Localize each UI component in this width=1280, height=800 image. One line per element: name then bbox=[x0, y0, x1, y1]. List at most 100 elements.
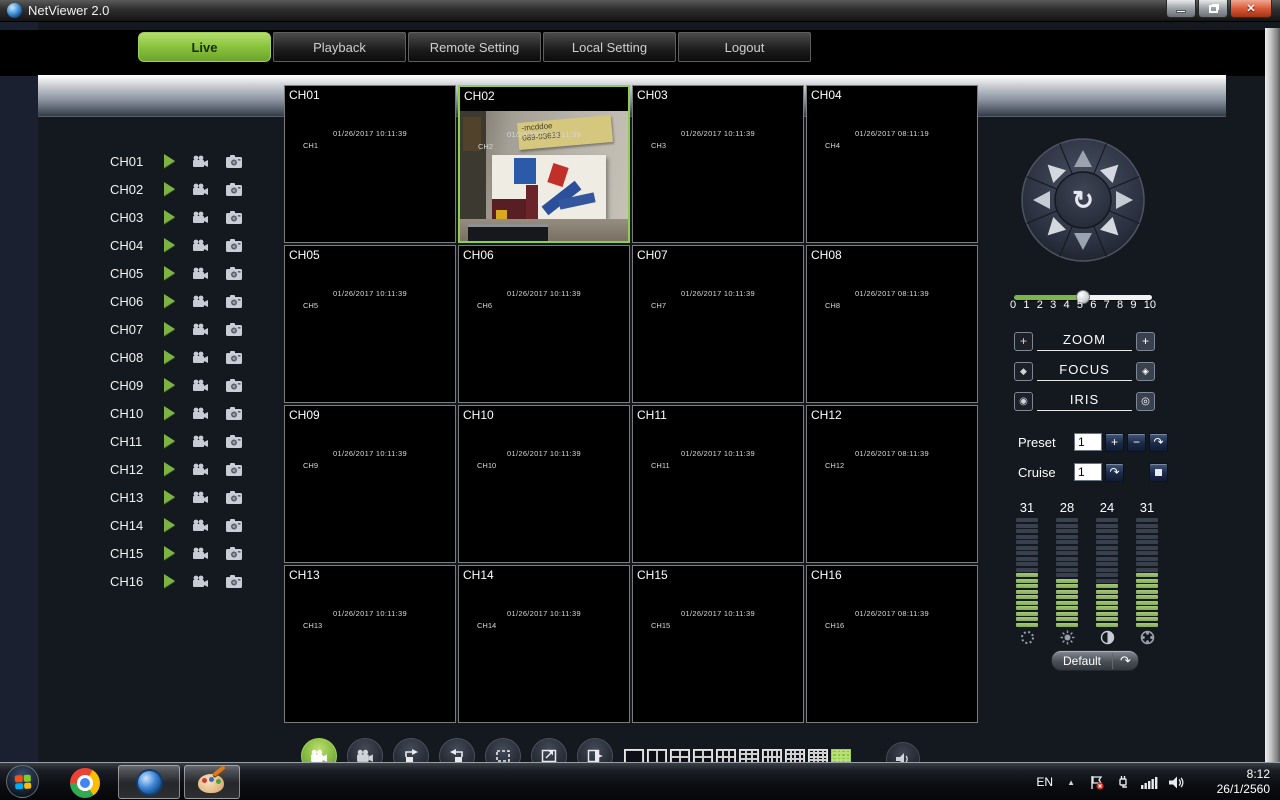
play-icon[interactable] bbox=[164, 546, 175, 560]
snapshot-icon[interactable] bbox=[226, 434, 242, 448]
iris-open-icon[interactable]: ◎ bbox=[1136, 391, 1155, 411]
preset-goto-button[interactable]: ↷ bbox=[1149, 432, 1168, 452]
snapshot-icon[interactable] bbox=[226, 266, 242, 280]
tab-playback[interactable]: Playback bbox=[273, 32, 406, 62]
tab-remote-setting[interactable]: Remote Setting bbox=[408, 32, 541, 62]
play-icon[interactable] bbox=[164, 406, 175, 420]
preset-input[interactable] bbox=[1074, 433, 1102, 451]
record-icon[interactable] bbox=[192, 519, 209, 532]
play-icon[interactable] bbox=[164, 322, 175, 336]
preset-remove-button[interactable]: − bbox=[1127, 432, 1146, 452]
snapshot-icon[interactable] bbox=[226, 322, 242, 336]
tab-live[interactable]: Live bbox=[138, 32, 271, 62]
show-hidden-icons[interactable]: ▲ bbox=[1067, 778, 1075, 787]
start-button[interactable] bbox=[6, 765, 39, 798]
title-bar[interactable]: NetViewer 2.0 ✕ bbox=[0, 0, 1280, 22]
record-icon[interactable] bbox=[192, 575, 209, 588]
tab-local-setting[interactable]: Local Setting bbox=[543, 32, 676, 62]
snapshot-icon[interactable] bbox=[226, 210, 242, 224]
video-tile[interactable]: CH09 -mcddoe 089-93633 01/26/2017 10:11:… bbox=[284, 405, 456, 563]
play-icon[interactable] bbox=[164, 350, 175, 364]
clock[interactable]: 8:12 26/1/2560 bbox=[1200, 767, 1270, 797]
snapshot-icon[interactable] bbox=[226, 462, 242, 476]
play-icon[interactable] bbox=[164, 238, 175, 252]
video-tile[interactable]: CH02 -mcddoe 089-93633 01/26/2017 10:11:… bbox=[458, 85, 630, 243]
record-icon[interactable] bbox=[192, 295, 209, 308]
video-tile[interactable]: CH06 -mcddoe 089-93633 01/26/2017 10:11:… bbox=[458, 245, 630, 403]
preset-add-button[interactable]: + bbox=[1105, 432, 1124, 452]
snapshot-icon[interactable] bbox=[226, 294, 242, 308]
video-tile[interactable]: CH15 -mcddoe 089-93633 01/26/2017 10:11:… bbox=[632, 565, 804, 723]
zoom-in-icon[interactable]: + bbox=[1136, 331, 1155, 351]
record-icon[interactable] bbox=[192, 211, 209, 224]
play-icon[interactable] bbox=[164, 182, 175, 196]
video-tile[interactable]: CH11 -mcddoe 089-93633 01/26/2017 10:11:… bbox=[632, 405, 804, 563]
record-icon[interactable] bbox=[192, 183, 209, 196]
play-icon[interactable] bbox=[164, 574, 175, 588]
play-icon[interactable] bbox=[164, 434, 175, 448]
play-icon[interactable] bbox=[164, 518, 175, 532]
cruise-goto-button[interactable]: ↷ bbox=[1105, 462, 1124, 482]
paint-task-button[interactable] bbox=[184, 765, 240, 799]
snapshot-icon[interactable] bbox=[226, 518, 242, 532]
restore-button[interactable] bbox=[1198, 0, 1228, 18]
record-icon[interactable] bbox=[192, 323, 209, 336]
snapshot-icon[interactable] bbox=[226, 238, 242, 252]
play-icon[interactable] bbox=[164, 378, 175, 392]
video-tile[interactable]: CH08 -mcddoe 089-93633 01/26/2017 08:11:… bbox=[806, 245, 978, 403]
record-icon[interactable] bbox=[192, 491, 209, 504]
meter-bar[interactable] bbox=[1096, 518, 1118, 627]
netviewer-task-button[interactable] bbox=[118, 765, 180, 799]
record-icon[interactable] bbox=[192, 547, 209, 560]
record-icon[interactable] bbox=[192, 379, 209, 392]
focus-near-icon[interactable]: ◆ bbox=[1014, 361, 1033, 381]
default-button[interactable]: Default ↷ bbox=[1051, 650, 1139, 671]
video-tile[interactable]: CH16 -mcddoe 089-93633 01/26/2017 08:11:… bbox=[806, 565, 978, 723]
ptz-direction-pad[interactable] bbox=[1019, 136, 1147, 264]
snapshot-icon[interactable] bbox=[226, 378, 242, 392]
record-icon[interactable] bbox=[192, 351, 209, 364]
record-icon[interactable] bbox=[192, 267, 209, 280]
meter-bar[interactable] bbox=[1016, 518, 1038, 627]
snapshot-icon[interactable] bbox=[226, 350, 242, 364]
power-icon[interactable] bbox=[1116, 775, 1130, 790]
focus-far-icon[interactable]: ◈ bbox=[1136, 361, 1155, 381]
snapshot-icon[interactable] bbox=[226, 574, 242, 588]
video-tile[interactable]: CH10 -mcddoe 089-93633 01/26/2017 10:11:… bbox=[458, 405, 630, 563]
snapshot-icon[interactable] bbox=[226, 490, 242, 504]
play-icon[interactable] bbox=[164, 490, 175, 504]
video-tile[interactable]: CH13 -mcddoe 089-93633 01/26/2017 10:11:… bbox=[284, 565, 456, 723]
video-tile[interactable]: CH14 -mcddoe 089-93633 01/26/2017 10:11:… bbox=[458, 565, 630, 723]
video-tile[interactable]: CH05 -mcddoe 089-93633 01/26/2017 10:11:… bbox=[284, 245, 456, 403]
network-icon[interactable] bbox=[1141, 776, 1158, 789]
minimize-button[interactable] bbox=[1166, 0, 1196, 18]
video-tile[interactable]: CH07 -mcddoe 089-93633 01/26/2017 10:11:… bbox=[632, 245, 804, 403]
play-icon[interactable] bbox=[164, 210, 175, 224]
chrome-icon[interactable] bbox=[70, 768, 100, 798]
play-icon[interactable] bbox=[164, 266, 175, 280]
tab-logout[interactable]: Logout bbox=[678, 32, 811, 62]
record-icon[interactable] bbox=[192, 239, 209, 252]
play-icon[interactable] bbox=[164, 154, 175, 168]
record-icon[interactable] bbox=[192, 407, 209, 420]
record-icon[interactable] bbox=[192, 463, 209, 476]
video-tile[interactable]: CH12 -mcddoe 089-93633 01/26/2017 08:11:… bbox=[806, 405, 978, 563]
language-indicator[interactable]: EN bbox=[1036, 775, 1053, 789]
video-tile[interactable]: CH04 -mcddoe 089-93633 01/26/2017 08:11:… bbox=[806, 85, 978, 243]
snapshot-icon[interactable] bbox=[226, 406, 242, 420]
video-tile[interactable]: CH03 -mcddoe 089-93633 01/26/2017 10:11:… bbox=[632, 85, 804, 243]
record-icon[interactable] bbox=[192, 155, 209, 168]
snapshot-icon[interactable] bbox=[226, 546, 242, 560]
video-tile[interactable]: CH01 -mcddoe 089-93633 01/26/2017 10:11:… bbox=[284, 85, 456, 243]
record-icon[interactable] bbox=[192, 435, 209, 448]
cruise-input[interactable] bbox=[1074, 463, 1102, 481]
play-icon[interactable] bbox=[164, 462, 175, 476]
meter-bar[interactable] bbox=[1136, 518, 1158, 627]
meter-bar[interactable] bbox=[1056, 518, 1078, 627]
tray-volume-icon[interactable] bbox=[1169, 776, 1185, 789]
snapshot-icon[interactable] bbox=[226, 154, 242, 168]
cruise-stop-button[interactable] bbox=[1149, 462, 1168, 482]
action-center-icon[interactable] bbox=[1089, 775, 1105, 790]
snapshot-icon[interactable] bbox=[226, 182, 242, 196]
play-icon[interactable] bbox=[164, 294, 175, 308]
